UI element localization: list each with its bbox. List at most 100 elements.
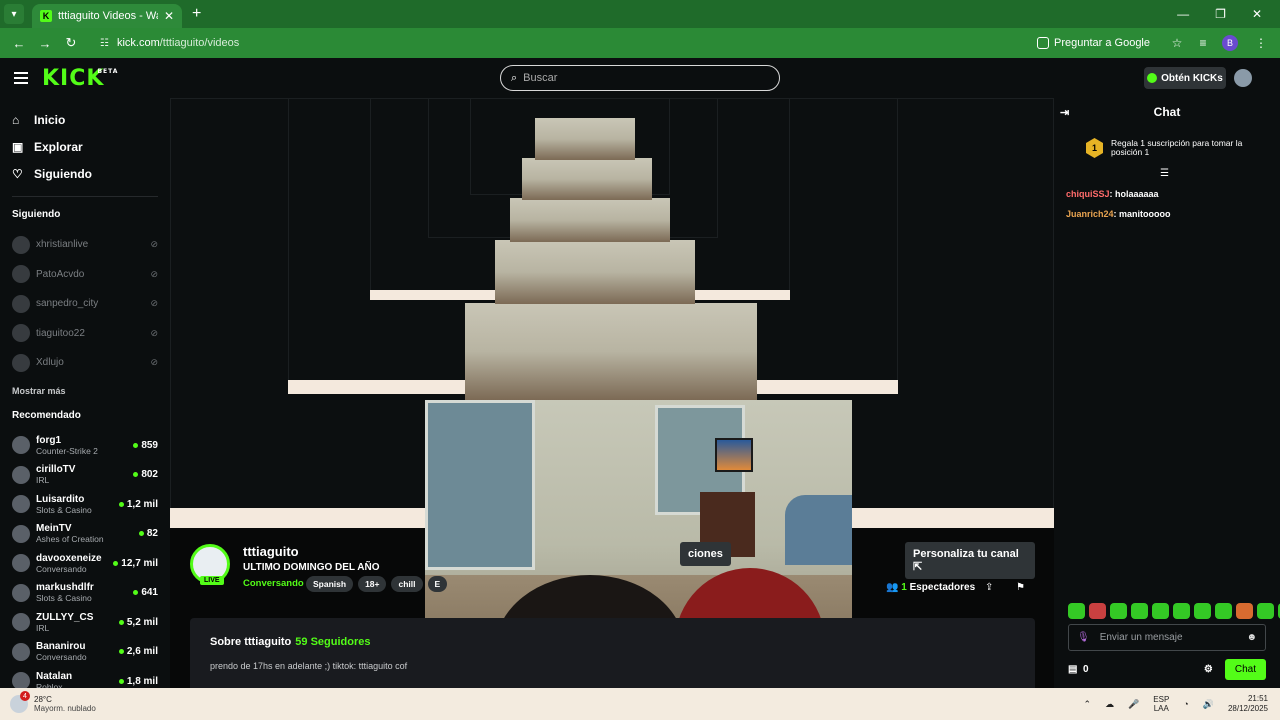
user-plus-icon[interactable]: ⚑: [1016, 582, 1025, 593]
recommended-item[interactable]: cirilloTV IRL 802: [12, 460, 158, 490]
chevron-up-icon[interactable]: ⌃: [1084, 699, 1092, 710]
live-dot-icon: [118, 678, 124, 684]
followers-count: 59 Seguidores: [295, 636, 371, 648]
microphone-icon[interactable]: 🎙: [1077, 632, 1090, 643]
tag[interactable]: E: [427, 576, 448, 592]
emote-icon[interactable]: [1257, 603, 1274, 619]
pinned-gift-banner[interactable]: 1 Regala 1 suscripción para tomar la pos…: [1086, 138, 1280, 158]
volume-icon[interactable]: 🔊: [1203, 699, 1214, 710]
external-link-icon: ⇱: [913, 561, 923, 573]
live-dot-icon: [113, 560, 119, 566]
forward-icon[interactable]: →: [34, 36, 56, 51]
share-icon[interactable]: ⇪: [985, 582, 993, 593]
about-title: Sobre tttiaguito: [210, 636, 292, 648]
search-input[interactable]: ⌕ Buscar: [500, 65, 780, 91]
streamer-name: markushdlfr: [36, 582, 94, 594]
live-dot-icon: [118, 501, 124, 507]
tag[interactable]: chill: [391, 576, 423, 592]
browser-toolbar: ← → ↻ ☷ kick.com/tttiaguito/videos Pregu…: [0, 28, 1280, 58]
gear-icon[interactable]: ⚙: [1204, 664, 1213, 675]
chat-input[interactable]: 🎙 Enviar un mensaje ☻: [1068, 624, 1266, 651]
browser-tab-active[interactable]: K tttiaguito Videos - Watch On-D ✕: [32, 4, 182, 28]
wifi-icon[interactable]: ◔: [1183, 699, 1188, 709]
recommended-item[interactable]: MeinTV Ashes of Creation 82: [12, 519, 158, 549]
clock[interactable]: 21:51 28/12/2025: [1228, 694, 1268, 713]
bookmark-star-icon[interactable]: ☆: [1166, 36, 1188, 50]
new-tab-button[interactable]: +: [192, 5, 201, 23]
emoji-icon[interactable]: ☻: [1246, 632, 1257, 643]
back-icon[interactable]: ←: [8, 36, 30, 51]
chat-send-button[interactable]: Chat: [1224, 659, 1266, 680]
emote-icon[interactable]: [1068, 603, 1085, 619]
nav-home[interactable]: ⌂ Inicio: [12, 106, 158, 133]
tag[interactable]: Spanish: [306, 576, 354, 592]
address-bar[interactable]: ☷ kick.com/tttiaguito/videos: [92, 31, 1037, 55]
viewer-count: 859: [133, 440, 158, 451]
hamburger-menu-icon[interactable]: [14, 69, 28, 87]
window-close-icon[interactable]: ✕: [1252, 7, 1262, 21]
network-tray-icon[interactable]: ☁: [1105, 699, 1114, 710]
maximize-icon[interactable]: ❐: [1215, 7, 1226, 21]
emote-icon[interactable]: [1089, 603, 1106, 619]
chat-text: : holaaaaaa: [1109, 189, 1159, 199]
points-icon[interactable]: ▤: [1068, 664, 1077, 675]
following-item[interactable]: Xdlujo ⊘: [12, 348, 158, 378]
chat-text: : manitooooo: [1113, 209, 1171, 219]
emote-icon[interactable]: [1131, 603, 1148, 619]
following-item[interactable]: PatoAcvdo ⊘: [12, 260, 158, 290]
following-item[interactable]: sanpedro_city ⊘: [12, 289, 158, 319]
filter-icon[interactable]: ☰: [1160, 168, 1280, 179]
minimize-icon[interactable]: —: [1177, 7, 1189, 21]
mic-tray-icon[interactable]: 🎤: [1128, 699, 1139, 710]
nav-explore[interactable]: ▣ Explorar: [12, 133, 158, 160]
nav-following[interactable]: ♡ Siguiendo: [12, 160, 158, 187]
menu-kebab-icon[interactable]: ⋮: [1250, 36, 1272, 50]
recommended-item[interactable]: forg1 Counter-Strike 2 859: [12, 431, 158, 461]
channel-name[interactable]: tttiaguito: [243, 544, 299, 559]
tag[interactable]: 18+: [358, 576, 387, 592]
following-item[interactable]: tiaguitoo22 ⊘: [12, 319, 158, 349]
reload-icon[interactable]: ↻: [60, 35, 82, 51]
emote-icon[interactable]: [1173, 603, 1190, 619]
language-indicator[interactable]: ESP LAA: [1153, 695, 1169, 713]
emote-icon[interactable]: [1236, 603, 1253, 619]
viewer-count: 1,8 mil: [118, 676, 158, 687]
profile-avatar[interactable]: B: [1222, 35, 1238, 51]
avatar: [12, 465, 30, 484]
site-info-icon[interactable]: ☷: [100, 38, 109, 49]
tab-close-icon[interactable]: ✕: [164, 9, 174, 23]
recommended-item[interactable]: Luisardito Slots & Casino 1,2 mil: [12, 490, 158, 520]
emote-icon[interactable]: [1215, 603, 1232, 619]
kick-logo[interactable]: KICK BETA: [42, 66, 117, 91]
get-kicks-button[interactable]: Obtén KICKs: [1144, 67, 1226, 89]
left-sidebar: ⌂ Inicio ▣ Explorar ♡ Siguiendo Siguiendo x…: [0, 98, 170, 692]
recommended-item[interactable]: davooxeneize Conversando 12,7 mil: [12, 549, 158, 579]
media-controls-icon[interactable]: ≡: [1192, 36, 1214, 50]
notification-badge: 4: [20, 691, 30, 701]
rank-badge-icon: 1: [1086, 138, 1103, 158]
following-item[interactable]: xhristianlive ⊘: [12, 230, 158, 260]
ask-google-label: Preguntar a Google: [1053, 37, 1150, 49]
show-more-link[interactable]: Mostrar más: [12, 386, 158, 396]
bed: [785, 495, 852, 565]
customize-channel-button[interactable]: Personaliza tu canal ⇱: [905, 542, 1035, 579]
recommended-item[interactable]: ZULLYY_CS IRL 5,2 mil: [12, 608, 158, 638]
collapse-chat-icon[interactable]: ⇥: [1060, 106, 1069, 119]
kick-favicon-icon: K: [40, 10, 52, 22]
points-count: 0: [1083, 664, 1089, 675]
recommended-item[interactable]: Bananirou Conversando 2,6 mil: [12, 637, 158, 667]
recommended-item[interactable]: markushdlfr Slots & Casino 641: [12, 578, 158, 608]
chat-username[interactable]: Juanrich24: [1066, 209, 1114, 219]
user-avatar[interactable]: [1234, 69, 1252, 87]
compass-icon: ▣: [12, 139, 24, 154]
chat-username[interactable]: chiquiSSJ: [1066, 189, 1110, 199]
ask-google-button[interactable]: Preguntar a Google: [1036, 37, 1150, 49]
emote-icon[interactable]: [1194, 603, 1211, 619]
emote-icon[interactable]: [1152, 603, 1169, 619]
emote-icon[interactable]: [1110, 603, 1127, 619]
weather-widget[interactable]: 4 28°C Mayorm. nublado: [10, 691, 96, 713]
tab-list-dropdown[interactable]: ▾: [4, 4, 24, 24]
about-description: prendo de 17hs en adelante ;) tiktok: tt…: [210, 661, 408, 671]
stream-category[interactable]: Conversando: [243, 578, 304, 589]
subscriptions-button[interactable]: ciones: [680, 542, 731, 566]
